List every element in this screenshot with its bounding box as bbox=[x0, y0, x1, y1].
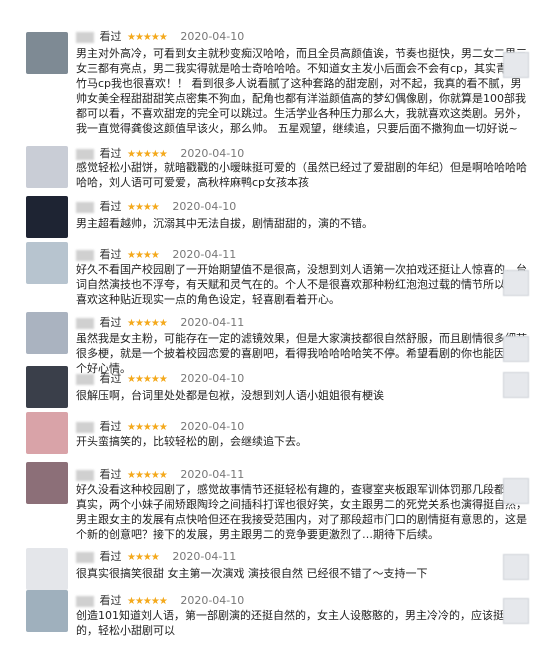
rating-stars: ★★★★ bbox=[127, 552, 160, 563]
review-text: 创造101知道刘人语，第一部剧演的还挺自然的，女主人设憨憨的，男主冷冷的，应该挺… bbox=[76, 609, 526, 637]
watched-label: 看过 bbox=[99, 550, 122, 563]
avatar[interactable] bbox=[26, 196, 68, 238]
username[interactable] bbox=[76, 469, 94, 481]
watched-label: 看过 bbox=[99, 248, 122, 261]
review-date: 2020-04-10 bbox=[180, 147, 245, 160]
avatar[interactable] bbox=[26, 462, 68, 504]
avatar[interactable] bbox=[26, 146, 68, 188]
review-meta: 看过 ★★★★★ 2020-04-10 bbox=[76, 592, 244, 608]
username[interactable] bbox=[76, 201, 94, 213]
rating-stars: ★★★★ bbox=[127, 202, 160, 213]
review-date: 2020-04-11 bbox=[172, 248, 237, 261]
review-date: 2020-04-10 bbox=[180, 420, 245, 433]
rating-stars: ★★★★★ bbox=[127, 32, 168, 43]
review-text: 好久不看国产校园剧了一开始期望值不是很高，没想到刘人语第一次拍戏还挺让人惊喜的，… bbox=[76, 263, 527, 306]
watched-label: 看过 bbox=[99, 420, 122, 433]
review-meta: 看过 ★★★★ 2020-04-11 bbox=[76, 548, 236, 564]
avatar[interactable] bbox=[26, 412, 68, 454]
review-meta: 看过 ★★★★★ 2020-04-10 bbox=[76, 418, 244, 434]
username[interactable] bbox=[76, 317, 94, 329]
watched-label: 看过 bbox=[99, 468, 122, 481]
thumbnail-image[interactable] bbox=[503, 52, 529, 78]
review-text: 男主超看越帅，沉溺其中无法自拔，剧情甜甜的，演的不错。 bbox=[76, 217, 373, 230]
watched-label: 看过 bbox=[99, 30, 122, 43]
avatar[interactable] bbox=[26, 312, 68, 354]
username[interactable] bbox=[76, 31, 94, 43]
username[interactable] bbox=[76, 373, 94, 385]
avatar[interactable] bbox=[26, 366, 68, 408]
review-text: 好久没看这种校园剧了，感觉故事情节还挺轻松有趣的，查寝室夹板跟军训体罚那几段都非… bbox=[76, 483, 527, 541]
watched-label: 看过 bbox=[99, 200, 122, 213]
review-meta: 看过 ★★★★★ 2020-04-10 bbox=[76, 145, 244, 161]
review-meta: 看过 ★★★★★ 2020-04-10 bbox=[76, 370, 244, 386]
thumbnail-image[interactable] bbox=[503, 598, 529, 624]
avatar[interactable] bbox=[26, 32, 68, 74]
watched-label: 看过 bbox=[99, 372, 122, 385]
review-date: 2020-04-11 bbox=[180, 468, 245, 481]
avatar[interactable] bbox=[26, 242, 68, 284]
thumbnail-image[interactable] bbox=[503, 554, 529, 580]
thumbnail-image[interactable] bbox=[503, 336, 529, 362]
username[interactable] bbox=[76, 421, 94, 433]
watched-label: 看过 bbox=[99, 594, 122, 607]
watched-label: 看过 bbox=[99, 316, 122, 329]
review-text: 很解压啊，台词里处处都是包袱，没想到刘人语小姐姐很有梗诶 bbox=[76, 389, 384, 402]
rating-stars: ★★★★ bbox=[127, 250, 160, 261]
watched-label: 看过 bbox=[99, 147, 122, 160]
avatar[interactable] bbox=[26, 548, 68, 590]
rating-stars: ★★★★★ bbox=[127, 596, 168, 607]
thumbnail-image[interactable] bbox=[503, 372, 529, 398]
review-meta: 看过 ★★★★ 2020-04-11 bbox=[76, 246, 236, 262]
review-date: 2020-04-10 bbox=[172, 200, 237, 213]
username[interactable] bbox=[76, 551, 94, 563]
review-meta: 看过 ★★★★ 2020-04-10 bbox=[76, 198, 236, 214]
review-text: 感觉轻松小甜饼，就暗戳戳的小暧昧挺可爱的（虽然已经过了爱甜剧的年纪）但是啊哈哈哈… bbox=[76, 161, 527, 189]
username[interactable] bbox=[76, 595, 94, 607]
username[interactable] bbox=[76, 249, 94, 261]
thumbnail-image[interactable] bbox=[503, 478, 529, 504]
review-text: 开头蛮搞笑的，比较轻松的剧，会继续追下去。 bbox=[76, 435, 307, 448]
review-date: 2020-04-10 bbox=[180, 372, 245, 385]
rating-stars: ★★★★★ bbox=[127, 470, 168, 481]
review-meta: 看过 ★★★★★ 2020-04-11 bbox=[76, 466, 244, 482]
review-date: 2020-04-11 bbox=[172, 550, 237, 563]
review-date: 2020-04-11 bbox=[180, 316, 245, 329]
review-meta: 看过 ★★★★★ 2020-04-10 bbox=[76, 28, 244, 44]
review-date: 2020-04-10 bbox=[180, 594, 245, 607]
review-text: 男主对外高冷，可看到女主就秒变痴汉哈哈，而且全员高颜值诶，节奏也挺快，男二女二男… bbox=[76, 47, 527, 135]
username[interactable] bbox=[76, 148, 94, 160]
rating-stars: ★★★★★ bbox=[127, 422, 168, 433]
rating-stars: ★★★★★ bbox=[127, 318, 168, 329]
rating-stars: ★★★★★ bbox=[127, 374, 168, 385]
avatar[interactable] bbox=[26, 590, 68, 632]
review-meta: 看过 ★★★★★ 2020-04-11 bbox=[76, 314, 244, 330]
review-text: 很真实很搞笑很甜 女主第一次演戏 演技很自然 已经很不错了～支持一下 bbox=[76, 567, 428, 580]
rating-stars: ★★★★★ bbox=[127, 149, 168, 160]
thumbnail-image[interactable] bbox=[503, 270, 529, 296]
review-date: 2020-04-10 bbox=[180, 30, 245, 43]
